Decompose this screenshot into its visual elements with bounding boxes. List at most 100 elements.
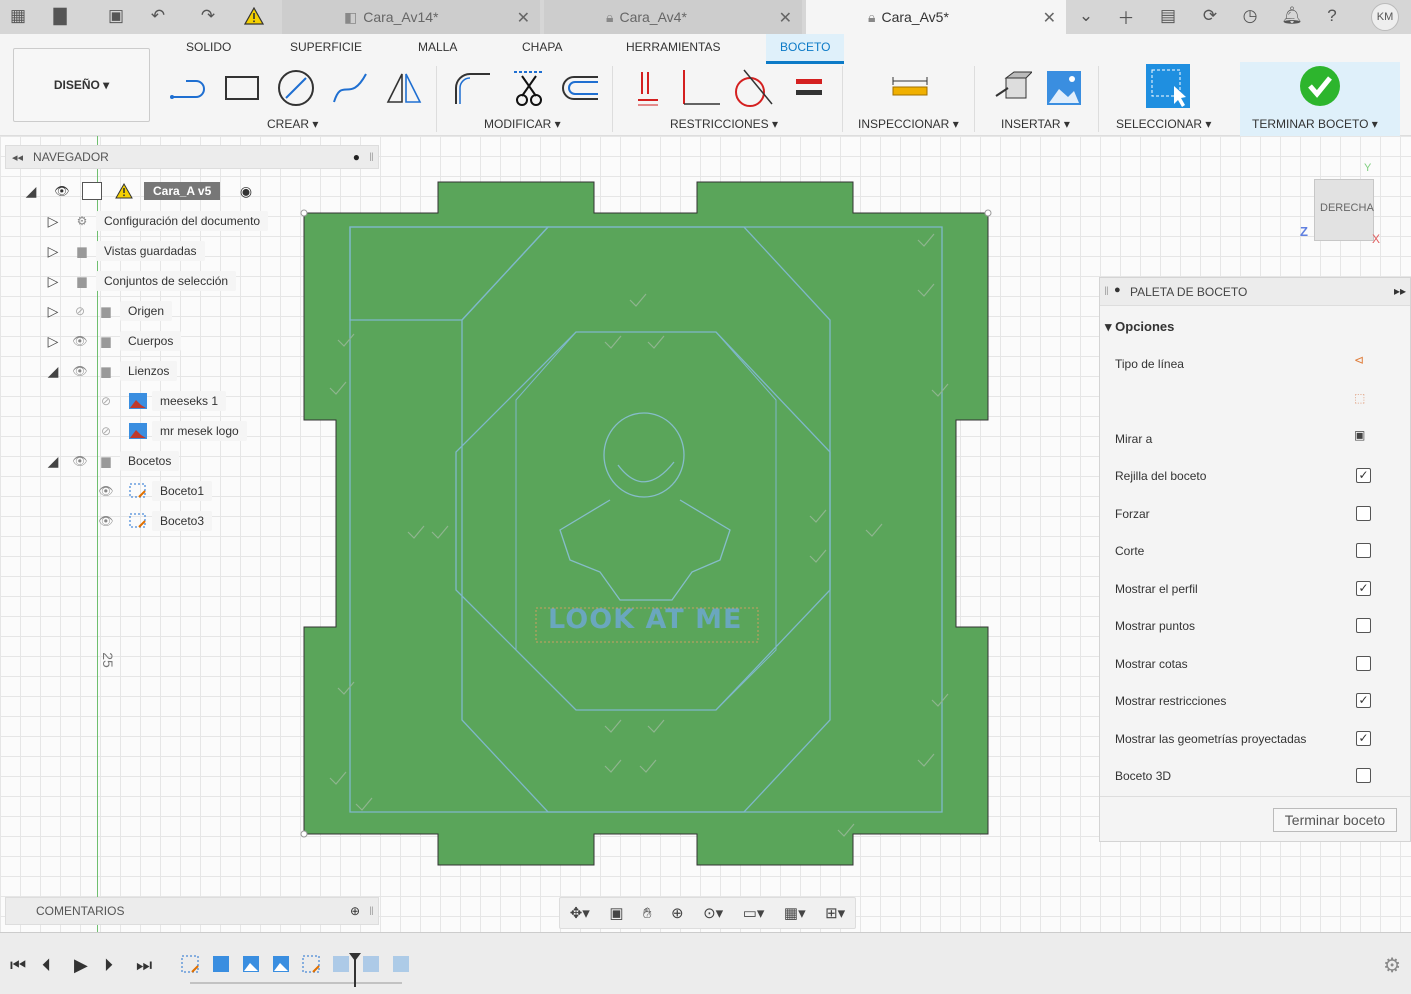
timeline-canvas-1[interactable] (243, 956, 259, 972)
tree-item-document-settings[interactable]: ▷ ⚙ Configuración del documento (44, 210, 269, 232)
first-step-icon[interactable]: ⏮︎ (10, 955, 26, 976)
finish-sketch-menu[interactable]: TERMINAR BOCETO ▾ (1252, 117, 1378, 131)
redo-icon[interactable]: ↷ (196, 4, 220, 28)
look-at-icon[interactable]: ▣ (1354, 428, 1365, 442)
timeline-sketch-1[interactable] (181, 955, 199, 973)
tree-item-sketch-1[interactable]: 👁︎ Boceto1 (96, 480, 213, 502)
fillet-tool-icon[interactable] (450, 68, 494, 108)
select-tool-icon[interactable] (1144, 62, 1192, 110)
add-comment-icon[interactable]: ⊕ (350, 904, 360, 918)
show-constraints-checkbox[interactable]: ✓ (1356, 693, 1371, 708)
drag-handle-icon[interactable]: ‖ (1104, 284, 1109, 298)
visibility-icon[interactable]: 👁︎ (52, 182, 72, 200)
tree-item-canvas-1[interactable]: ⊘ meeseks 1 (96, 390, 227, 412)
offset-tool-icon[interactable] (558, 68, 602, 108)
app-grid-icon[interactable]: ▦ (6, 4, 30, 28)
display-settings-icon[interactable]: ▭▾ (743, 904, 765, 922)
pan-hand-icon[interactable]: ✋︎ (643, 905, 652, 922)
tree-item-sketch-3[interactable]: 👁︎ Boceto3 (96, 510, 213, 532)
close-icon[interactable]: ✕ (1043, 8, 1056, 28)
grid-settings-icon[interactable]: ▦▾ (784, 904, 806, 922)
timeline-future-features[interactable] (333, 956, 409, 972)
next-step-icon[interactable]: ⏵︎ (104, 955, 113, 976)
pin-icon[interactable]: ● (1114, 284, 1121, 296)
timeline-marker[interactable] (349, 953, 361, 961)
perpendicular-tool-icon[interactable] (678, 68, 722, 108)
viewports-icon[interactable]: ⊞▾ (825, 904, 845, 922)
previous-step-icon[interactable]: ⏴︎ (42, 955, 51, 976)
rectangle-tool-icon[interactable] (220, 68, 264, 108)
show-projected-geometry-checkbox[interactable]: ✓ (1356, 731, 1371, 746)
activate-radio-icon[interactable]: ◉ (236, 182, 256, 200)
expand-toggle-icon[interactable]: ▷ (46, 273, 60, 289)
sketch-profile[interactable] (300, 180, 992, 870)
timeline-sketch-3[interactable] (302, 955, 320, 973)
viewcube[interactable]: DERECHA (1314, 179, 1374, 241)
visibility-icon[interactable]: 👁︎ (96, 482, 116, 500)
document-tab-1[interactable]: ◧ Cara_Av14* ✕ (282, 0, 540, 34)
circle-tool-icon[interactable] (274, 68, 318, 108)
save-icon[interactable]: ▣ (104, 4, 128, 28)
create-menu[interactable]: CREAR ▾ (267, 117, 318, 131)
constraints-menu[interactable]: RESTRICCIONES ▾ (670, 117, 778, 131)
document-tab-3[interactable]: 🔒︎ Cara_Av5* ✕ (806, 0, 1066, 34)
insert-canvas-icon[interactable] (1042, 68, 1086, 108)
visibility-icon[interactable]: 👁︎ (70, 332, 90, 350)
chat-icon[interactable]: ▤ (1156, 4, 1180, 28)
show-profile-checkbox[interactable]: ✓ (1356, 581, 1371, 596)
3d-sketch-checkbox[interactable] (1356, 768, 1371, 783)
inspect-menu[interactable]: INSPECCIONAR ▾ (858, 117, 959, 131)
extensions-icon[interactable]: ⟳ (1198, 4, 1222, 28)
insert-mesh-icon[interactable] (990, 68, 1034, 108)
expand-toggle-icon[interactable]: ▷ (46, 243, 60, 259)
expand-icon[interactable]: ▸▸ (1394, 284, 1406, 298)
document-tab-2[interactable]: 🔒︎ Cara_Av4* ✕ (544, 0, 802, 34)
options-section-header[interactable]: ▾ Opciones (1105, 319, 1174, 335)
collapse-toggle-icon[interactable]: ◢ (24, 183, 38, 199)
snap-checkbox[interactable] (1356, 506, 1371, 521)
expand-toggle-icon[interactable]: ▷ (46, 333, 60, 349)
look-at-icon[interactable]: ▣ (609, 904, 623, 922)
spline-tool-icon[interactable] (328, 68, 372, 108)
slice-checkbox[interactable] (1356, 543, 1371, 558)
workspace-dropdown[interactable]: DISEÑO ▾ (13, 48, 150, 122)
timeline-extrude[interactable] (213, 956, 229, 972)
tree-item-sketches[interactable]: ◢ 👁︎ ▆ Bocetos (44, 450, 180, 472)
tab-sketch[interactable]: BOCETO (766, 34, 845, 64)
tree-item-selection-sets[interactable]: ▷ ▆ Conjuntos de selección (44, 270, 237, 292)
tab-sheet-metal[interactable]: CHAPA (522, 40, 562, 54)
gear-icon[interactable]: ⚙ (1383, 953, 1401, 978)
tree-root[interactable]: ◢ 👁︎ Cara_A v5 ◉ (22, 180, 262, 202)
new-tab-icon[interactable]: ＋ (1114, 4, 1138, 28)
close-icon[interactable]: ✕ (517, 8, 530, 28)
tree-item-canvas-2[interactable]: ⊘ mr mesek logo (96, 420, 247, 442)
mirror-tool-icon[interactable] (382, 68, 426, 108)
finish-sketch-button[interactable]: Terminar boceto (1273, 808, 1397, 832)
tangent-tool-icon[interactable] (730, 68, 774, 108)
chevron-down-icon[interactable]: ⌄ (1074, 4, 1098, 28)
warning-icon[interactable] (242, 4, 266, 28)
visibility-icon[interactable]: 👁︎ (96, 512, 116, 530)
hidden-eye-icon[interactable]: ⊘ (70, 302, 90, 320)
tab-mesh[interactable]: MALLA (418, 40, 457, 54)
avatar[interactable]: KM (1371, 3, 1399, 31)
undo-icon[interactable]: ↶ (146, 4, 170, 28)
visibility-icon[interactable]: 👁︎ (70, 452, 90, 470)
sketch-text[interactable]: LOOK AT ME (548, 604, 742, 635)
notification-icon[interactable]: 🔔︎ (1280, 4, 1304, 28)
tree-item-canvases[interactable]: ◢ 👁︎ ▆ Lienzos (44, 360, 178, 382)
resize-handle-icon[interactable]: ‖ (369, 904, 374, 918)
modify-menu[interactable]: MODIFICAR ▾ (484, 117, 561, 131)
trim-tool-icon[interactable] (506, 68, 550, 108)
history-icon[interactable]: ◷ (1238, 4, 1262, 28)
hidden-eye-icon[interactable]: ⊘ (96, 392, 116, 410)
pin-icon[interactable]: ● (353, 150, 360, 164)
close-icon[interactable]: ✕ (779, 8, 792, 28)
collapse-toggle-icon[interactable]: ◢ (46, 363, 60, 379)
tab-surface[interactable]: SUPERFICIE (290, 40, 362, 54)
visibility-icon[interactable]: 👁︎ (70, 362, 90, 380)
tree-item-bodies[interactable]: ▷ 👁︎ ▆ Cuerpos (44, 330, 182, 352)
tab-solid[interactable]: SOLIDO (186, 40, 231, 54)
palette-header[interactable]: ‖ ● PALETA DE BOCETO ▸▸ (1100, 278, 1410, 306)
show-points-checkbox[interactable] (1356, 618, 1371, 633)
